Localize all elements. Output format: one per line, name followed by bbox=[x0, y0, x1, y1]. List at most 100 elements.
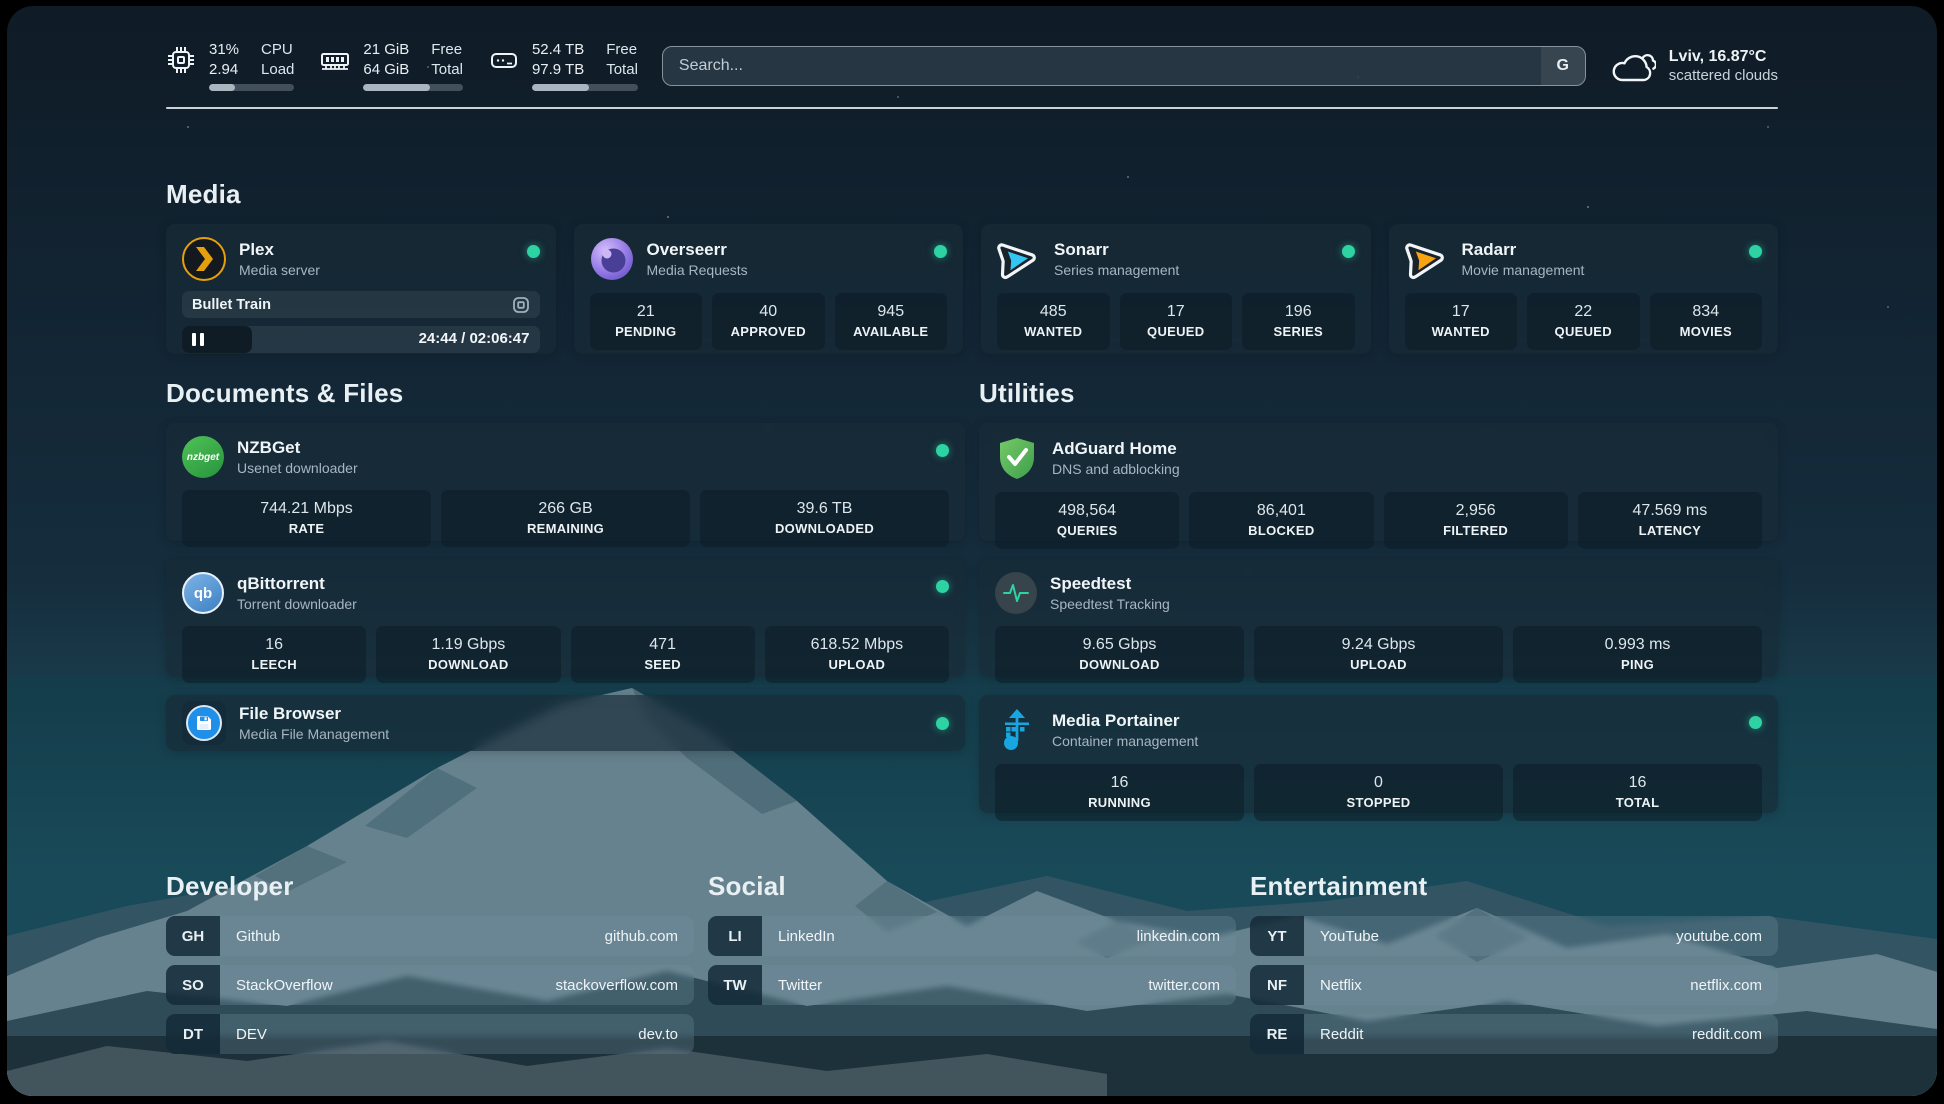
stat-leech: 16 LEECH bbox=[182, 626, 366, 683]
nzbget-logo-icon: nzbget bbox=[182, 436, 224, 478]
stat-series: 196 SERIES bbox=[1242, 293, 1355, 350]
app-name: AdGuard Home bbox=[1052, 438, 1180, 459]
app-description: Media server bbox=[239, 261, 320, 279]
disk-total-value: 97.9 TB bbox=[532, 60, 584, 79]
top-bar: 31% 2.94 CPU Load bbox=[166, 6, 1778, 91]
app-card-qbittorrent[interactable]: qb qBittorrent Torrent downloader 16 LEE… bbox=[166, 559, 965, 677]
app-card-radarr[interactable]: Radarr Movie management 17 WANTED 22 QUE… bbox=[1389, 224, 1779, 354]
now-playing-title: Bullet Train bbox=[192, 297, 271, 313]
bookmark-abbr: GH bbox=[166, 916, 220, 956]
speedtest-logo-icon bbox=[995, 572, 1037, 614]
section-title-developer: Developer bbox=[166, 871, 694, 902]
bookmark-name: Twitter bbox=[778, 977, 822, 994]
status-online-dot bbox=[1749, 245, 1762, 258]
cpu-load-value: 2.94 bbox=[209, 60, 239, 79]
documents-column: nzbget NZBGet Usenet downloader 744.21 M… bbox=[166, 423, 965, 751]
app-description: Container management bbox=[1052, 732, 1198, 750]
status-online-dot bbox=[936, 444, 949, 457]
search-input[interactable] bbox=[663, 47, 1541, 85]
adguard-logo-icon bbox=[995, 436, 1039, 480]
dashboard-app: 31% 2.94 CPU Load bbox=[7, 6, 1937, 1096]
bookmark-name: DEV bbox=[236, 1026, 267, 1043]
bookmark-url: github.com bbox=[605, 928, 678, 945]
overseerr-logo-icon bbox=[590, 237, 634, 281]
bookmark-name: Github bbox=[236, 928, 280, 945]
stat-rate: 744.21 Mbps RATE bbox=[182, 490, 431, 547]
app-description: Usenet downloader bbox=[237, 459, 358, 477]
bookmark-url: linkedin.com bbox=[1137, 928, 1220, 945]
playback-time: 24:44 / 02:06:47 bbox=[419, 330, 530, 347]
bookmark-abbr: RE bbox=[1250, 1014, 1304, 1054]
stat-wanted: 485 WANTED bbox=[997, 293, 1110, 350]
weather-widget[interactable]: Lviv, 16.87°C scattered clouds bbox=[1610, 47, 1778, 85]
search-bar: G bbox=[662, 46, 1586, 86]
system-stats: 31% 2.94 CPU Load bbox=[166, 40, 638, 91]
status-online-dot bbox=[527, 245, 540, 258]
bookmark-dev[interactable]: DT DEV dev.to bbox=[166, 1014, 694, 1054]
stat-queued: 22 QUEUED bbox=[1527, 293, 1640, 350]
bookmark-url: netflix.com bbox=[1690, 977, 1762, 994]
weather-summary: Lviv, 16.87°C bbox=[1669, 48, 1778, 66]
bookmark-stackoverflow[interactable]: SO StackOverflow stackoverflow.com bbox=[166, 965, 694, 1005]
stat-pending: 21 PENDING bbox=[590, 293, 703, 350]
bookmark-twitter[interactable]: TW Twitter twitter.com bbox=[708, 965, 1236, 1005]
search-engine-button[interactable]: G bbox=[1541, 47, 1585, 85]
stat-upload: 9.24 Gbps UPLOAD bbox=[1254, 626, 1503, 683]
bookmark-url: twitter.com bbox=[1148, 977, 1220, 994]
status-online-dot bbox=[936, 717, 949, 730]
cpu-load-label: Load bbox=[261, 60, 294, 79]
now-playing-row[interactable]: Bullet Train bbox=[182, 291, 540, 318]
app-card-overseerr[interactable]: Overseerr Media Requests 21 PENDING 40 A… bbox=[574, 224, 964, 354]
bookmark-url: youtube.com bbox=[1676, 928, 1762, 945]
bookmark-linkedin[interactable]: LI LinkedIn linkedin.com bbox=[708, 916, 1236, 956]
app-card-sonarr[interactable]: Sonarr Series management 485 WANTED 17 Q… bbox=[981, 224, 1371, 354]
sonarr-logo-icon bbox=[997, 237, 1041, 281]
bookmark-abbr: YT bbox=[1250, 916, 1304, 956]
app-card-plex[interactable]: Plex Media server Bullet Train 24:44 / 0… bbox=[166, 224, 556, 354]
pause-icon[interactable] bbox=[192, 333, 206, 346]
bookmark-name: LinkedIn bbox=[778, 928, 835, 945]
disk-stat: 52.4 TB 97.9 TB Free Total bbox=[489, 40, 638, 91]
weather-condition: scattered clouds bbox=[1669, 67, 1778, 84]
bookmark-youtube[interactable]: YT YouTube youtube.com bbox=[1250, 916, 1778, 956]
app-name: Overseerr bbox=[647, 239, 748, 260]
memory-free-label: Free bbox=[431, 40, 463, 59]
app-card-nzbget[interactable]: nzbget NZBGet Usenet downloader 744.21 M… bbox=[166, 423, 965, 541]
app-card-portainer[interactable]: Media Portainer Container management 16 … bbox=[979, 695, 1778, 813]
bookmark-name: Netflix bbox=[1320, 977, 1362, 994]
radarr-logo-icon bbox=[1405, 237, 1449, 281]
bookmark-name: YouTube bbox=[1320, 928, 1379, 945]
cpu-icon bbox=[166, 45, 196, 75]
stat-filtered: 2,956 FILTERED bbox=[1384, 492, 1568, 549]
app-card-adguard[interactable]: AdGuard Home DNS and adblocking 498,564 … bbox=[979, 423, 1778, 541]
disk-bar bbox=[532, 84, 638, 91]
app-name: Plex bbox=[239, 239, 320, 260]
app-card-speedtest[interactable]: Speedtest Speedtest Tracking 9.65 Gbps D… bbox=[979, 559, 1778, 677]
media-cards-row: Plex Media server Bullet Train 24:44 / 0… bbox=[166, 224, 1778, 354]
app-name: NZBGet bbox=[237, 437, 358, 458]
status-online-dot bbox=[934, 245, 947, 258]
stat-download: 9.65 Gbps DOWNLOAD bbox=[995, 626, 1244, 683]
plex-logo-icon bbox=[182, 237, 226, 281]
app-card-filebrowser[interactable]: File Browser Media File Management bbox=[166, 695, 965, 751]
bookmark-github[interactable]: GH Github github.com bbox=[166, 916, 694, 956]
bookmark-abbr: NF bbox=[1250, 965, 1304, 1005]
stat-download: 1.19 Gbps DOWNLOAD bbox=[376, 626, 560, 683]
stat-latency: 47.569 ms LATENCY bbox=[1578, 492, 1762, 549]
bookmark-netflix[interactable]: NF Netflix netflix.com bbox=[1250, 965, 1778, 1005]
bookmark-reddit[interactable]: RE Reddit reddit.com bbox=[1250, 1014, 1778, 1054]
stat-blocked: 86,401 BLOCKED bbox=[1189, 492, 1373, 549]
stat-approved: 40 APPROVED bbox=[712, 293, 825, 350]
stat-movies: 834 MOVIES bbox=[1650, 293, 1763, 350]
header-divider bbox=[166, 107, 1778, 109]
app-description: Series management bbox=[1054, 261, 1179, 279]
stat-ping: 0.993 ms PING bbox=[1513, 626, 1762, 683]
bookmark-abbr: SO bbox=[166, 965, 220, 1005]
disk-free-label: Free bbox=[606, 40, 638, 59]
entertainment-links: YT YouTube youtube.com NF Netflix netfli… bbox=[1250, 916, 1778, 1054]
bookmark-url: stackoverflow.com bbox=[555, 977, 678, 994]
playback-progress-bar[interactable]: 24:44 / 02:06:47 bbox=[182, 326, 540, 353]
cpu-percent: 31% bbox=[209, 40, 239, 59]
media-type-icon bbox=[512, 296, 530, 314]
cpu-stat: 31% 2.94 CPU Load bbox=[166, 40, 294, 91]
